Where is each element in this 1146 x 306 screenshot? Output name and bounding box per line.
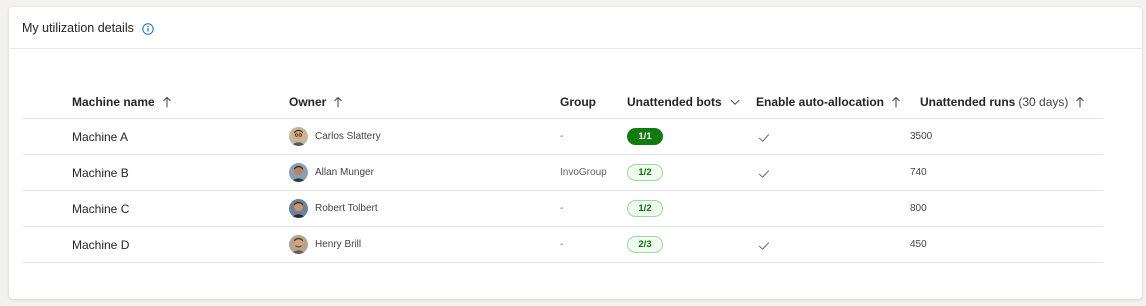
sort-ascending-icon	[162, 96, 172, 108]
column-header-label: Unattended bots	[627, 94, 722, 109]
chevron-down-icon	[729, 96, 741, 108]
avatar	[289, 163, 308, 182]
bots-badge: 1/2	[627, 164, 663, 181]
runs-value: 3500	[910, 131, 933, 142]
group-value: -	[560, 203, 564, 214]
bots-badge: 2/3	[627, 236, 663, 253]
info-icon[interactable]	[142, 22, 154, 35]
checkmark-icon	[758, 168, 770, 178]
group-value: -	[560, 131, 564, 142]
runs-value: 800	[910, 203, 927, 214]
machine-name: Machine C	[72, 201, 130, 216]
column-header-unattended-runs[interactable]: Unattended runs (30 days)	[920, 85, 1085, 118]
table-row[interactable]: Machine D Henry Brill - 2/3 450	[23, 227, 1103, 263]
machine-name: Machine A	[72, 129, 129, 144]
column-header-label: Owner	[289, 94, 327, 109]
owner-name: Robert Tolbert	[315, 203, 378, 214]
column-header-machine-name[interactable]: Machine name	[72, 85, 172, 118]
runs-value: 740	[910, 167, 927, 178]
utilization-table: Machine name Owner Group Unattended bots	[23, 85, 1103, 263]
table-row[interactable]: Machine A Carlos Slattery - 1/1 3500	[23, 119, 1103, 155]
checkmark-icon	[758, 240, 770, 250]
table-header-row: Machine name Owner Group Unattended bots	[23, 85, 1103, 119]
column-header-group[interactable]: Group	[560, 85, 596, 118]
machine-name: Machine B	[72, 165, 129, 180]
checkmark-icon	[758, 132, 770, 142]
table-row[interactable]: Machine C Robert Tolbert - 1/2 800	[23, 191, 1103, 227]
owner-name: Carlos Slattery	[315, 131, 381, 142]
column-header-unattended-bots[interactable]: Unattended bots	[627, 85, 741, 118]
group-value: -	[560, 239, 564, 250]
bots-badge: 1/1	[627, 128, 663, 145]
avatar	[289, 235, 308, 254]
sort-ascending-icon	[333, 96, 343, 108]
sort-ascending-icon	[891, 96, 901, 108]
group-value: InvoGroup	[560, 167, 607, 178]
machine-name: Machine D	[72, 237, 130, 252]
column-header-sublabel: (30 days)	[1018, 94, 1069, 109]
avatar	[289, 199, 308, 218]
column-header-label: Group	[560, 94, 596, 109]
column-header-label: Enable auto-allocation	[756, 94, 885, 109]
runs-value: 450	[910, 239, 927, 250]
column-header-owner[interactable]: Owner	[289, 85, 343, 118]
owner-name: Allan Munger	[315, 167, 374, 178]
avatar	[289, 127, 308, 146]
sort-ascending-icon	[1075, 96, 1085, 108]
column-header-label: Unattended runs	[920, 94, 1016, 109]
bots-badge: 1/2	[627, 200, 663, 217]
column-header-label: Machine name	[72, 94, 155, 109]
card-header: My utilization details	[9, 7, 1142, 49]
card-title: My utilization details	[22, 20, 134, 35]
utilization-card: My utilization details Machine name Owne…	[9, 7, 1142, 299]
column-header-enable-auto-allocation[interactable]: Enable auto-allocation	[756, 85, 901, 118]
table-row[interactable]: Machine B Allan Munger InvoGroup 1/2 740	[23, 155, 1103, 191]
owner-name: Henry Brill	[315, 239, 362, 250]
